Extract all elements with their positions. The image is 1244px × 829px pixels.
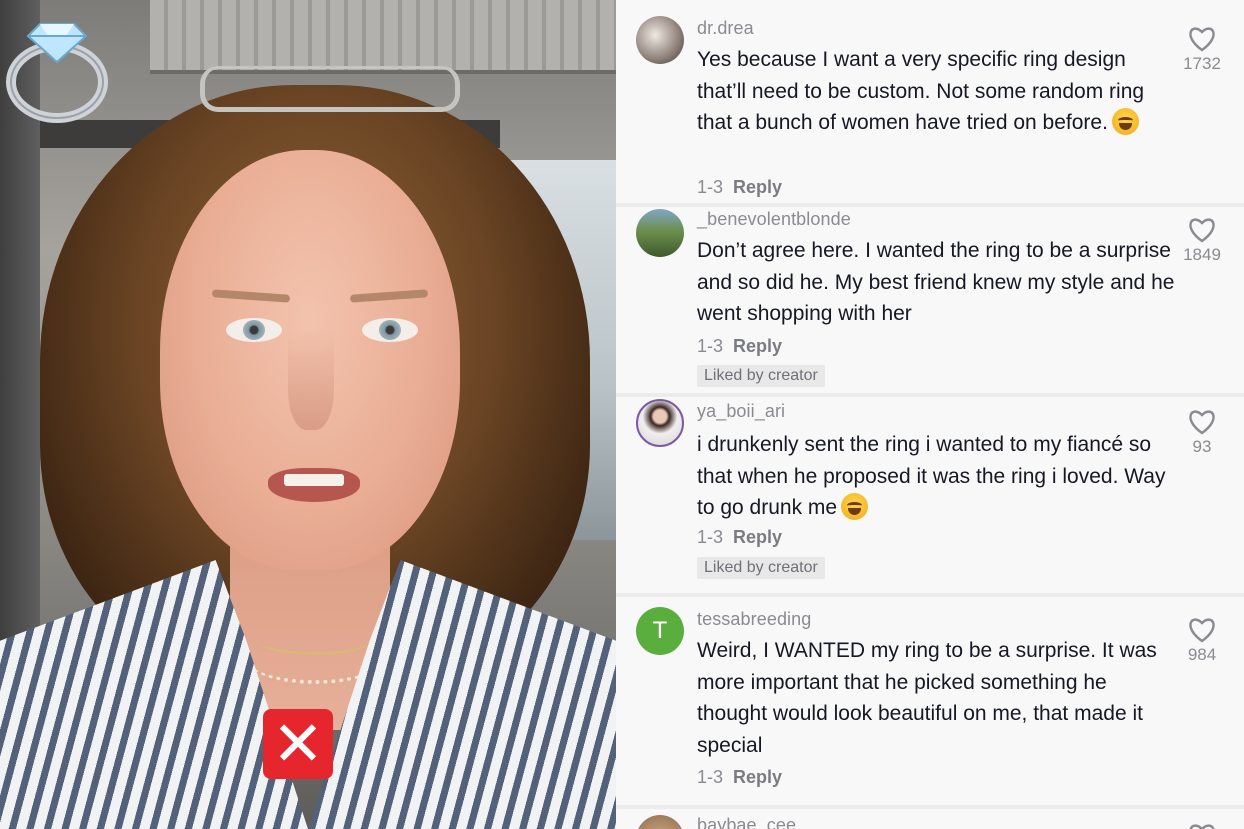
heart-icon[interactable] bbox=[1188, 217, 1216, 243]
comment-meta: 1-3 Reply bbox=[697, 336, 782, 357]
heart-icon[interactable] bbox=[1188, 409, 1216, 435]
comment-date: 1-3 bbox=[697, 177, 724, 197]
comment-username[interactable]: baybae_cee bbox=[697, 815, 796, 829]
comment-username[interactable]: _benevolentblonde bbox=[697, 209, 851, 230]
liked-by-creator-badge: Liked by creator bbox=[697, 365, 825, 387]
comment-item: _benevolentblonde Don’t agree here. I wa… bbox=[616, 207, 1244, 397]
comment-text: Yes because I want a very specific ring … bbox=[697, 44, 1177, 139]
left-eye bbox=[226, 318, 282, 342]
reply-button[interactable]: Reply bbox=[733, 177, 782, 197]
like-count: 1732 bbox=[1183, 54, 1221, 73]
comment-username[interactable]: tessabreeding bbox=[697, 609, 811, 630]
heart-icon[interactable] bbox=[1188, 26, 1216, 52]
like-control[interactable]: 1849 bbox=[1174, 217, 1230, 265]
like-control[interactable]: 93 bbox=[1174, 409, 1230, 457]
user-avatar[interactable]: T bbox=[636, 607, 684, 655]
comment-item: baybae_cee bbox=[616, 809, 1244, 829]
heart-icon[interactable] bbox=[1188, 617, 1216, 643]
comment-item: dr.drea Yes because I want a very specif… bbox=[616, 0, 1244, 207]
comment-date: 1-3 bbox=[697, 336, 724, 356]
user-avatar[interactable] bbox=[636, 16, 684, 64]
comment-text-content: Yes because I want a very specific ring … bbox=[697, 48, 1145, 134]
person-nose bbox=[288, 330, 334, 430]
like-control[interactable] bbox=[1174, 823, 1230, 829]
like-count: 93 bbox=[1192, 437, 1212, 456]
person-mouth bbox=[268, 468, 360, 502]
diamond-ring-icon bbox=[6, 23, 108, 123]
user-avatar[interactable] bbox=[636, 209, 684, 257]
ceiling-duct bbox=[150, 0, 616, 74]
liked-by-creator-badge: Liked by creator bbox=[697, 557, 825, 579]
user-avatar[interactable] bbox=[636, 399, 684, 447]
like-control[interactable]: 1732 bbox=[1174, 26, 1230, 74]
comment-item: ya_boii_ari i drunkenly sent the ring i … bbox=[616, 397, 1244, 597]
comment-username[interactable]: ya_boii_ari bbox=[697, 401, 785, 422]
video-frame[interactable]: ✕ bbox=[0, 0, 616, 829]
comment-meta: 1-3 Reply bbox=[697, 177, 782, 198]
comment-username[interactable]: dr.drea bbox=[697, 18, 754, 39]
comment-date: 1-3 bbox=[697, 527, 724, 547]
like-count: 984 bbox=[1187, 645, 1217, 664]
comment-text: Weird, I WANTED my ring to be a surprise… bbox=[697, 639, 1157, 757]
heart-icon[interactable] bbox=[1188, 823, 1216, 829]
comment-meta: 1-3 Reply bbox=[697, 527, 782, 548]
comment-text-content: i drunkenly sent the ring i wanted to my… bbox=[697, 433, 1166, 519]
comment-meta: 1-3 Reply bbox=[697, 767, 782, 788]
comment-text: i drunkenly sent the ring i wanted to my… bbox=[697, 429, 1177, 524]
reply-button[interactable]: Reply bbox=[733, 767, 782, 787]
sweat-smile-emoji-icon bbox=[1111, 108, 1139, 135]
red-cross-mark-icon: ✕ bbox=[263, 709, 333, 779]
comment-text: Don’t agree here. I wanted the ring to b… bbox=[697, 239, 1175, 325]
like-control[interactable]: 984 bbox=[1174, 617, 1230, 665]
tears-of-joy-emoji-icon bbox=[841, 493, 869, 520]
comments-panel[interactable]: dr.drea Yes because I want a very specif… bbox=[616, 0, 1244, 829]
right-eye bbox=[362, 318, 418, 342]
comment-date: 1-3 bbox=[697, 767, 724, 787]
reply-button[interactable]: Reply bbox=[733, 527, 782, 547]
comment-item: T tessabreeding Weird, I WANTED my ring … bbox=[616, 597, 1244, 809]
sunglasses-on-head bbox=[200, 66, 460, 112]
reply-button[interactable]: Reply bbox=[733, 336, 782, 356]
like-count: 1849 bbox=[1183, 245, 1221, 264]
user-avatar[interactable] bbox=[636, 815, 684, 829]
